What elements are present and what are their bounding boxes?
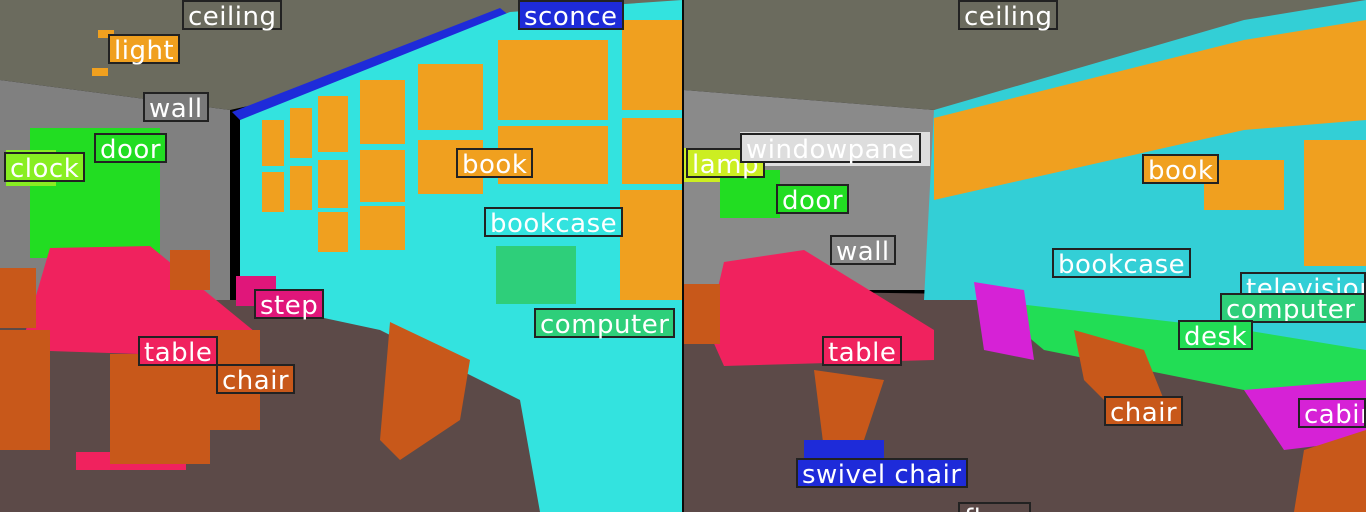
label-book: book xyxy=(456,148,534,180)
label-bookcase: bookcase xyxy=(1052,248,1192,280)
label-step: step xyxy=(254,289,325,321)
light-region-2 xyxy=(92,68,108,76)
label-chair: chair xyxy=(216,364,296,396)
label-door: door xyxy=(94,133,168,165)
label-ceiling: ceiling xyxy=(182,0,283,32)
label-chair: chair xyxy=(1104,396,1184,428)
label-floor: floor xyxy=(958,502,1032,512)
label-sconce: sconce xyxy=(518,0,624,32)
label-table: table xyxy=(822,336,903,368)
right-scene xyxy=(684,0,1366,512)
left-scene xyxy=(0,0,682,512)
label-bookcase: bookcase xyxy=(484,207,624,239)
label-ceiling: ceiling xyxy=(958,0,1059,32)
label-cabinet: cabinet xyxy=(1298,398,1366,428)
label-desk: desk xyxy=(1178,320,1254,352)
label-wall: wall xyxy=(830,235,896,267)
label-clock: clock xyxy=(4,152,86,184)
label-book: book xyxy=(1142,154,1220,186)
label-windowpane: windowpane xyxy=(740,133,921,165)
label-swivel-chair: swivel chair xyxy=(796,458,968,490)
label-light: light xyxy=(108,34,181,66)
label-computer: computer xyxy=(1220,293,1366,323)
computer-region xyxy=(496,246,576,304)
label-door: door xyxy=(776,184,850,216)
label-wall: wall xyxy=(143,92,209,124)
label-computer: computer xyxy=(534,308,676,340)
label-table: table xyxy=(138,336,219,368)
segmentation-panel-right: ceiling lamp windowpane door book wall b… xyxy=(684,0,1366,512)
segmentation-panel-left: ceiling light wall door clock sconce boo… xyxy=(0,0,682,512)
